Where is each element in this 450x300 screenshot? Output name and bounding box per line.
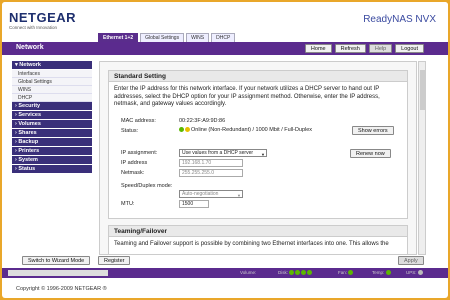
sidebar-section-status[interactable]: › Status (12, 165, 92, 173)
sidebar-section-network[interactable]: ▾ Network (12, 61, 92, 69)
tab-ethernet[interactable]: Ethernet 1+2 (98, 33, 139, 42)
mac-value: 00:22:3F:A9:9D:86 (179, 118, 226, 124)
home-button[interactable]: Home (304, 44, 332, 53)
show-errors-button[interactable]: Show errors (352, 126, 394, 135)
switch-to-wizard-button[interactable]: Switch to Wizard Mode (22, 256, 91, 265)
ip-assignment-label: IP assignment: (121, 150, 158, 156)
bottom-bar: Switch to Wizard Mode Register Apply (2, 256, 448, 266)
sidebar-item-interfaces[interactable]: Interfaces (12, 70, 92, 78)
scrollbar-thumb[interactable] (420, 70, 425, 110)
sidebar-item-dhcp[interactable]: DHCP (12, 94, 92, 102)
ip-assignment-select[interactable]: Use values from a DHCP server ▼ (179, 149, 267, 157)
apply-button[interactable]: Apply (398, 256, 424, 265)
register-button[interactable]: Register (98, 256, 131, 265)
netmask-label: Netmask: (121, 170, 145, 176)
sidebar-section-volumes[interactable]: › Volumes (12, 120, 92, 128)
product-name: ReadyNAS NVX (363, 14, 436, 25)
netmask-field[interactable]: 255.255.255.0 (179, 169, 243, 177)
mtu-label: MTU: (121, 201, 135, 207)
temp-label: Temp: (372, 270, 392, 276)
chevron-down-icon: ▼ (261, 152, 265, 157)
ups-icon (417, 270, 423, 276)
speed-duplex-select[interactable]: Auto-negotiation ▼ (179, 190, 243, 198)
sidebar-section-printers[interactable]: › Printers (12, 147, 92, 155)
mtu-field[interactable]: 1500 (179, 200, 209, 208)
mac-label: MAC address: (121, 118, 156, 124)
section-title: Teaming/Failover (109, 226, 407, 237)
copyright: Copyright © 1996-2009 NETGEAR ® (16, 286, 107, 292)
app-window: NETGEAR Connect with Innovation ReadyNAS… (2, 2, 448, 298)
nav-bar: Network Home Refresh Help Logout (2, 42, 448, 55)
sidebar-section-shares[interactable]: › Shares (12, 129, 92, 137)
tab-dhcp[interactable]: DHCP (211, 33, 236, 42)
volume-label: Volume: (240, 270, 257, 275)
tab-bar: Ethernet 1+2 Global Settings WINS DHCP (98, 33, 236, 42)
standard-setting-continued: Auto-negotiation ▼ MTU: 1500 (108, 189, 408, 219)
ip-address-field[interactable]: 192.168.1.70 (179, 159, 243, 167)
volume-progress (8, 270, 108, 276)
ip-address-label: IP address (121, 160, 148, 166)
status-yellow-icon (185, 127, 190, 133)
status-green-icon (179, 127, 184, 133)
sidebar-item-global-settings[interactable]: Global Settings (12, 78, 92, 86)
section-description: Enter the IP address for this network in… (114, 86, 380, 107)
page-title: Network (16, 44, 44, 51)
teaming-section: Teaming/Failover Teaming and Failover su… (108, 225, 408, 254)
disk-3-icon (301, 270, 307, 276)
scrollbar[interactable] (418, 61, 426, 255)
sidebar-section-system[interactable]: › System (12, 156, 92, 164)
status-value: Online (Non-Redundant) / 1000 Mbit / Ful… (179, 127, 312, 133)
temp-icon (385, 270, 391, 276)
sidebar-section-services[interactable]: › Services (12, 111, 92, 119)
sidebar-section-backup[interactable]: › Backup (12, 138, 92, 146)
header: NETGEAR Connect with Innovation ReadyNAS… (2, 2, 448, 42)
fan-icon (348, 270, 354, 276)
section-title: Standard Setting (109, 71, 407, 82)
tab-wins[interactable]: WINS (186, 33, 210, 42)
sidebar: ▾ Network Interfaces Global Settings WIN… (12, 61, 92, 266)
sidebar-item-wins[interactable]: WINS (12, 86, 92, 94)
status-bar: Volume: Disk: Fan: Temp: UPS: (2, 268, 448, 278)
disk-2-icon (295, 270, 301, 276)
fan-label: Fan: (338, 270, 354, 276)
netgear-logo: NETGEAR (9, 10, 77, 25)
content-panel: Standard Setting Enter the IP address fo… (99, 61, 417, 255)
help-button[interactable]: Help (368, 44, 393, 53)
ups-label: UPS: (406, 270, 424, 276)
tagline: Connect with Innovation (9, 25, 58, 30)
status-label: Status: (121, 128, 139, 134)
section-description: Teaming and Failover support is possible… (114, 241, 389, 247)
sidebar-section-security[interactable]: › Security (12, 102, 92, 110)
disk-label: Disk: (278, 270, 313, 276)
logout-button[interactable]: Logout (395, 44, 424, 53)
renew-now-button[interactable]: Renew now (350, 149, 391, 158)
disk-1-icon (289, 270, 295, 276)
refresh-button[interactable]: Refresh (334, 44, 366, 53)
chevron-down-icon: ▼ (237, 193, 241, 198)
disk-4-icon (307, 270, 313, 276)
tab-global-settings[interactable]: Global Settings (140, 33, 185, 42)
standard-setting-section: Standard Setting Enter the IP address fo… (108, 70, 408, 190)
